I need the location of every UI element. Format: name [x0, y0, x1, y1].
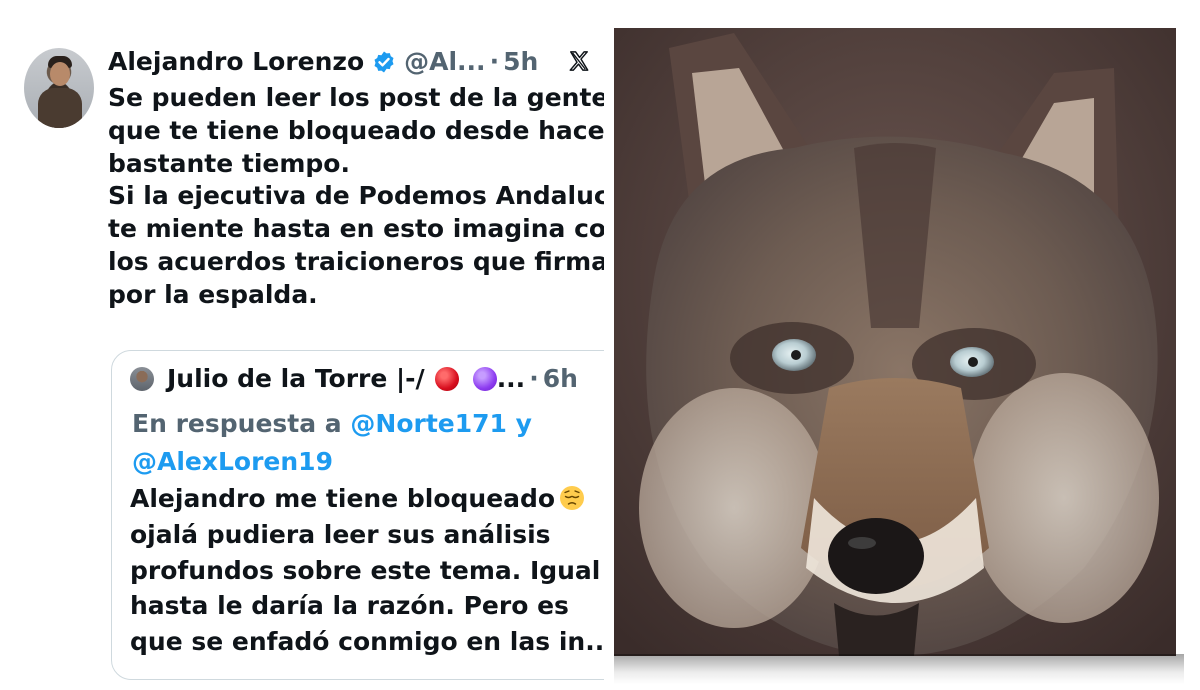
- tweet-text-line: que te tiene bloqueado desde hace: [108, 115, 604, 145]
- quoted-text-line: Alejandro me tiene bloqueado: [130, 481, 604, 517]
- header-separator: ·: [489, 47, 500, 76]
- avatar-face: [50, 62, 70, 86]
- photo-shadow: [614, 654, 1184, 684]
- quoted-tweet-card[interactable]: Julio de la Torre |-/ ... · 6h En respue…: [111, 350, 604, 680]
- tweet-text-line: por la espalda.: [108, 279, 318, 309]
- quoted-text-line: hasta le daría la razón. Pero es: [130, 591, 569, 621]
- quoted-author-avatar: [130, 367, 154, 391]
- avatar-body: [38, 88, 82, 128]
- wolf-photo: [614, 28, 1176, 656]
- tweet-text: Se pueden leer los post de la gente que …: [108, 82, 604, 312]
- quoted-tweet-timestamp: 6h: [542, 364, 578, 393]
- verified-badge-icon: [374, 51, 394, 73]
- tweet-text-line: Se pueden leer los post de la gente: [108, 83, 604, 112]
- reply-context: En respuesta a @Norte171 y @AlexLoren19: [132, 405, 604, 481]
- tweet-text-line: los acuerdos traicioneros que firman: [108, 246, 604, 276]
- quoted-tweet-header: Julio de la Torre |-/ ... · 6h: [167, 361, 578, 397]
- reply-prefix: En respuesta a: [132, 409, 342, 438]
- x-logo-icon: [569, 51, 589, 71]
- collage: Alejandro Lorenzo @Al... · 5h Se pueden …: [0, 0, 1200, 690]
- quoted-text-line: que se enfadó conmigo en las in...: [130, 627, 604, 657]
- tweet-card[interactable]: Alejandro Lorenzo @Al... · 5h Se pueden …: [0, 0, 604, 690]
- quoted-text-line: profundos sobre este tema. Igual: [130, 555, 601, 585]
- quoted-header-separator: ·: [529, 364, 539, 393]
- reply-conjunction: y: [515, 409, 532, 438]
- author-name[interactable]: Alejandro Lorenzo: [108, 44, 364, 80]
- wolf-illustration: [614, 28, 1176, 656]
- quoted-author-name: Julio de la Torre |-/: [167, 364, 425, 393]
- quoted-tweet-text: Alejandro me tiene bloqueado ojalá pudie…: [130, 481, 604, 660]
- tweet-text-line: Si la ejecutiva de Podemos Andalucía: [108, 181, 604, 211]
- quoted-text-line-content: Alejandro me tiene bloqueado: [130, 484, 556, 513]
- purple-circle-icon: [472, 367, 497, 391]
- wolf-nose: [828, 518, 924, 594]
- author-handle[interactable]: @Al...: [404, 44, 485, 80]
- mention-link[interactable]: @AlexLoren19: [132, 447, 333, 476]
- quoted-name-ellipsis: ...: [496, 364, 526, 393]
- red-circle-icon: [434, 367, 459, 391]
- tweet-header: Alejandro Lorenzo @Al... · 5h: [108, 44, 538, 80]
- author-avatar[interactable]: [24, 48, 94, 128]
- pensive-emoji-icon: [560, 486, 585, 510]
- tweet-text-line: bastante tiempo.: [108, 148, 350, 178]
- tweet-timestamp[interactable]: 5h: [503, 44, 538, 80]
- quoted-text-line: ojalá pudiera leer sus análisis: [130, 519, 551, 549]
- mention-link[interactable]: @Norte171: [350, 409, 507, 438]
- tweet-text-line: te miente hasta en esto imagina con: [108, 214, 604, 244]
